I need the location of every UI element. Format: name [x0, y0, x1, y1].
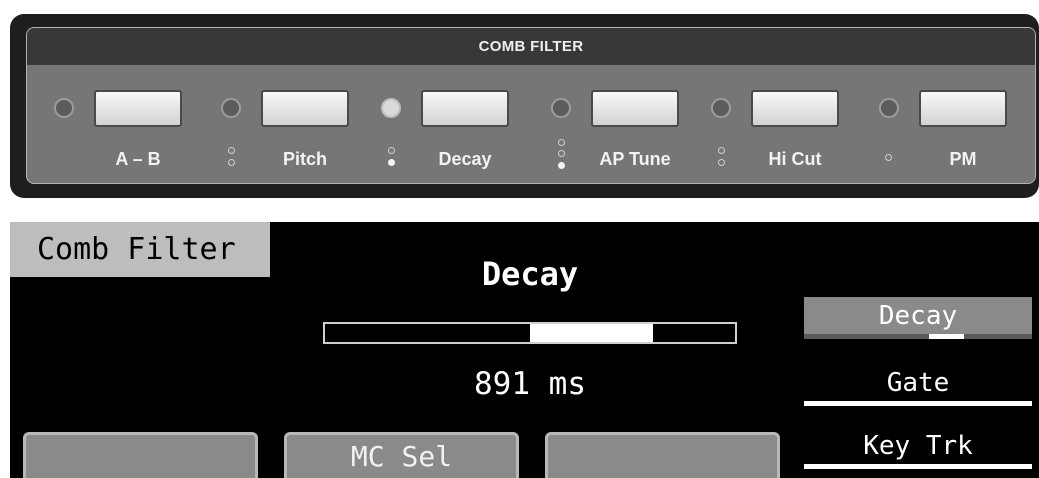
- panel-title: COMB FILTER: [27, 28, 1035, 65]
- indicator-dot: [885, 154, 892, 161]
- menu-item-decay[interactable]: Decay: [804, 297, 1032, 339]
- label-ap-tune: AP Tune: [599, 149, 671, 169]
- led-decay: [381, 98, 401, 118]
- menu-item-gate[interactable]: Gate: [804, 364, 1032, 406]
- menu-item-label: Gate: [886, 368, 950, 398]
- button-ap-tune[interactable]: [591, 90, 679, 127]
- menu-item-label: Key Trk: [863, 431, 973, 461]
- label-a-b: A – B: [115, 149, 161, 169]
- menu-item-key-trk[interactable]: Key Trk: [804, 427, 1032, 469]
- button-pitch[interactable]: [261, 90, 349, 127]
- indicator-dot: [558, 150, 565, 157]
- label-decay: Decay: [438, 149, 492, 169]
- parameter-value: 891 ms: [474, 366, 586, 402]
- label-pm: PM: [949, 149, 977, 169]
- button-pm[interactable]: [919, 90, 1007, 127]
- indicator-dot: [228, 147, 235, 154]
- soft-key-3[interactable]: [545, 432, 780, 478]
- label-hi-cut: Hi Cut: [768, 149, 822, 169]
- led-ap-tune: [551, 98, 571, 118]
- parameter-name: Decay: [481, 255, 579, 293]
- menu-item-underline: [804, 401, 1032, 406]
- menu-item-label: Decay: [878, 301, 958, 331]
- label-pitch: Pitch: [282, 149, 327, 169]
- button-a-b[interactable]: [94, 90, 182, 127]
- button-decay[interactable]: [421, 90, 509, 127]
- menu-item-underline: [804, 334, 1032, 339]
- screen-tab-title: Comb Filter: [10, 222, 270, 277]
- indicator-dot: [718, 159, 725, 166]
- led-pm: [879, 98, 899, 118]
- indicator-dot: [228, 159, 235, 166]
- indicator-dot: [558, 139, 565, 146]
- led-hi-cut: [711, 98, 731, 118]
- menu-item-level-mark: [929, 334, 964, 339]
- lcd-screen: Comb Filter Decay 891 ms Decay Gate Key …: [10, 222, 1039, 478]
- parameter-bar-fill: [530, 324, 653, 342]
- soft-key-1[interactable]: [23, 432, 258, 478]
- menu-item-underline: [804, 464, 1032, 469]
- parameter-bar: [323, 322, 737, 344]
- indicator-dot: [388, 147, 395, 154]
- indicator-dot-active: [388, 159, 395, 166]
- soft-key-mc-sel[interactable]: MC Sel: [284, 432, 519, 478]
- led-a-b: [54, 98, 74, 118]
- button-hi-cut[interactable]: [751, 90, 839, 127]
- indicator-dot: [718, 147, 725, 154]
- indicator-dot-active: [558, 162, 565, 169]
- comb-filter-panel: COMB FILTER A – B Pitch Decay AP Tune Hi…: [26, 27, 1036, 184]
- led-pitch: [221, 98, 241, 118]
